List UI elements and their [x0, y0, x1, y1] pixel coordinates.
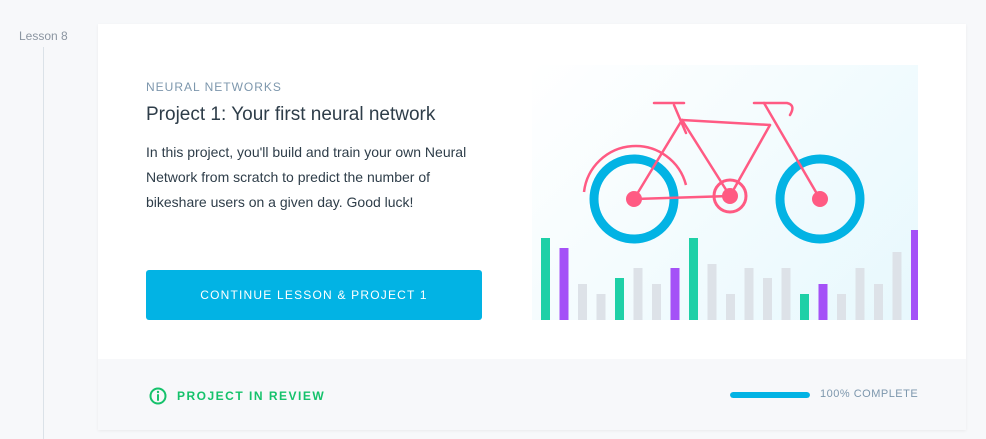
front-hub — [812, 191, 828, 207]
lesson-label: Lesson 8 — [19, 29, 68, 43]
decor-bar — [818, 284, 828, 320]
decor-bar — [541, 238, 550, 320]
decor-bar — [781, 268, 791, 320]
rear-hub — [626, 191, 642, 207]
continue-lesson-button[interactable]: CONTINUE LESSON & PROJECT 1 — [146, 270, 482, 320]
decor-bar — [800, 294, 809, 320]
decor-bar — [837, 294, 846, 320]
decor-bar — [911, 230, 918, 320]
project-status: PROJECT IN REVIEW — [149, 387, 325, 405]
decor-bar — [892, 252, 902, 320]
decor-bar — [855, 268, 865, 320]
lesson-description: In this project, you'll build and train … — [146, 144, 467, 210]
chainring-hub — [722, 188, 738, 204]
lesson-card: NEURAL NETWORKS Project 1: Your first ne… — [98, 24, 966, 430]
decor-bar — [633, 268, 643, 320]
info-circle-icon — [149, 387, 167, 405]
hero-svg — [541, 101, 918, 320]
progress-fill — [730, 392, 810, 398]
progress-text: 100% COMPLETE — [820, 388, 919, 400]
timeline-line — [43, 47, 44, 439]
decor-bar — [744, 268, 754, 320]
status-text: PROJECT IN REVIEW — [177, 389, 326, 403]
lesson-eyebrow: NEURAL NETWORKS — [146, 80, 282, 94]
decor-bar — [874, 284, 883, 320]
decor-bar — [726, 294, 735, 320]
lesson-title: Project 1: Your first neural network — [146, 104, 436, 125]
progress-bar — [730, 392, 810, 398]
decor-bar — [615, 278, 624, 320]
bike-frame — [632, 101, 822, 201]
decor-bar — [707, 264, 717, 320]
decor-bar — [578, 284, 587, 320]
decor-bar — [670, 268, 680, 320]
decor-bar — [652, 284, 661, 320]
decor-bar — [763, 278, 772, 320]
card-footer: PROJECT IN REVIEW 100% COMPLETE — [98, 359, 966, 430]
decor-bar — [596, 294, 606, 320]
decor-bar — [689, 238, 698, 320]
bicycle-illustration — [532, 65, 918, 320]
decor-bar — [559, 248, 569, 320]
bar-group — [541, 230, 918, 320]
